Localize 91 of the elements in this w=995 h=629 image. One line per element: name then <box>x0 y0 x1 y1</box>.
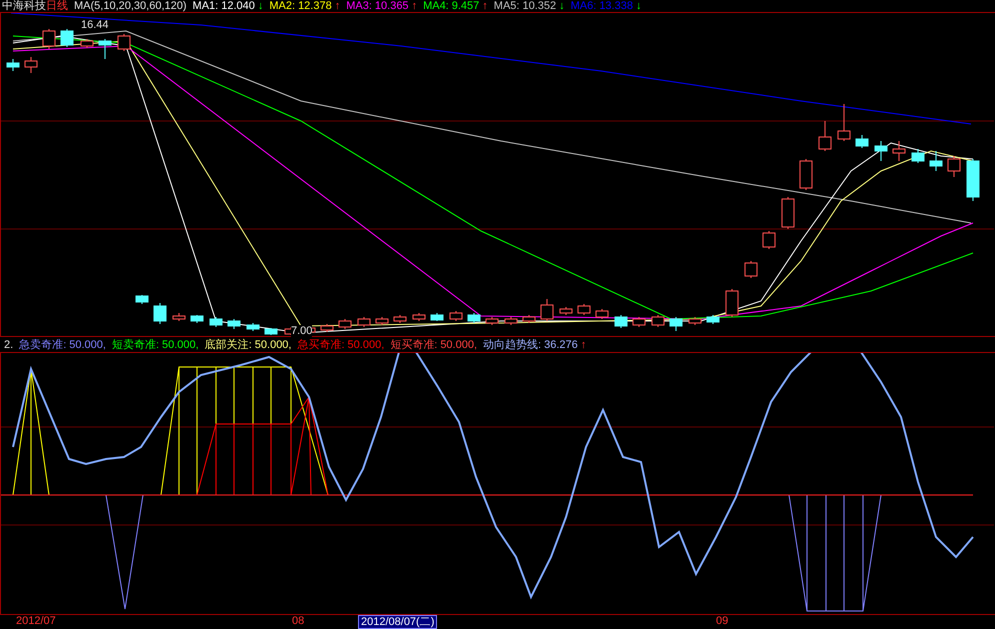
indicator-label: 动向趋势线: <box>483 338 542 350</box>
candlestick <box>670 316 682 332</box>
candlestick <box>42 28 56 50</box>
trend-arrow: ↓ <box>636 0 642 12</box>
candlestick <box>210 316 222 328</box>
candlestick <box>80 38 94 48</box>
indicator-label: 急卖奇准: <box>19 338 66 350</box>
ma-value: 10.365 <box>374 0 409 12</box>
trend-arrow: ↑ <box>334 0 340 12</box>
candlestick <box>504 316 518 326</box>
date-label: 09 <box>715 615 730 627</box>
ma-label: MA5: <box>494 0 520 12</box>
ma-value: 9.457 <box>452 0 480 12</box>
candlestick <box>706 314 720 324</box>
date-label: 2012/07 <box>15 615 57 627</box>
ma-label: MA4: <box>423 0 449 12</box>
candlestick <box>486 316 498 326</box>
candlestick <box>930 150 942 172</box>
candlestick <box>966 158 980 202</box>
candlestick <box>98 38 112 60</box>
date-label: 2012/08/07(二) <box>358 615 438 629</box>
candlestick <box>320 324 334 332</box>
trend-arrow: ↑ <box>482 0 488 12</box>
trend-arrow: ↑ <box>412 0 418 12</box>
ma-value: 12.040 <box>221 0 255 12</box>
candlestick <box>874 140 888 162</box>
indicator-value: 50.000, <box>69 338 106 350</box>
indicator-label: 底部关注: <box>204 338 252 350</box>
candlestick <box>136 294 148 304</box>
candlestick <box>358 316 370 328</box>
candlestick <box>782 196 794 230</box>
candlestick <box>652 314 664 328</box>
indicator-value: 50.000, <box>162 338 199 350</box>
period-label: 日线 <box>46 0 68 12</box>
candlestick <box>228 318 240 330</box>
candlestick <box>578 304 590 316</box>
candlestick <box>430 312 444 322</box>
ma-label: MA6: <box>570 0 596 12</box>
candlestick <box>246 322 260 332</box>
candlestick <box>522 314 536 324</box>
candlestick <box>264 328 278 336</box>
ma-label: MA2: <box>269 0 296 12</box>
candlestick <box>948 156 960 178</box>
candlestick <box>912 148 924 164</box>
candlestick <box>800 158 812 190</box>
candlestick <box>838 104 850 142</box>
candlestick <box>762 230 776 250</box>
trend-arrow: ↑ <box>580 338 586 350</box>
ma-label: MA3: <box>346 0 372 12</box>
indicator-value: 50.000, <box>440 338 478 350</box>
high-price-label: 16.44 <box>81 19 109 31</box>
candlestick <box>688 316 702 326</box>
indicator-value: 36.276 <box>544 338 578 350</box>
candlestick <box>540 298 554 322</box>
candlestick <box>190 314 204 324</box>
indicator-label: 短卖奇准: <box>112 338 160 350</box>
candlestick <box>376 316 388 326</box>
candlestick <box>560 306 572 316</box>
indicator-label: 急买奇准: <box>297 338 345 350</box>
candlestick <box>412 312 426 322</box>
ma-value: 13.338 <box>599 0 633 12</box>
ma-params: MA(5,10,20,30,60,120) <box>74 0 187 12</box>
indicator-label: 短买奇准: <box>390 338 438 350</box>
candlestick <box>856 134 868 148</box>
indicator-value: 50.000, <box>254 338 292 350</box>
indicator-value: 50.000, <box>348 338 384 350</box>
candlestick <box>614 314 628 328</box>
candlestick <box>744 260 758 278</box>
low-price-label: 7.00 <box>291 325 312 337</box>
trend-arrow: ↓ <box>559 0 565 12</box>
candlestick <box>24 56 38 74</box>
candlestick <box>892 140 906 162</box>
candlestick <box>632 316 646 328</box>
ma-label: MA1: <box>192 0 218 12</box>
candlestick <box>154 302 166 324</box>
candlestick <box>818 120 832 152</box>
candlestick <box>468 312 480 324</box>
candlestick <box>596 308 608 320</box>
candlestick <box>118 34 130 52</box>
panel-index: 2. <box>4 338 14 350</box>
candlestick <box>338 318 352 330</box>
candlestick <box>394 314 406 324</box>
date-label: 08 <box>291 615 306 627</box>
candlestick <box>6 58 20 72</box>
candlestick <box>60 28 74 48</box>
ma-value: 10.352 <box>522 0 556 12</box>
stock-name: 中海科技 <box>2 0 46 12</box>
ma-value: 12.378 <box>298 0 332 12</box>
candlestick <box>450 310 462 322</box>
trend-arrow: ↓ <box>258 0 264 12</box>
candlestick <box>726 288 738 318</box>
